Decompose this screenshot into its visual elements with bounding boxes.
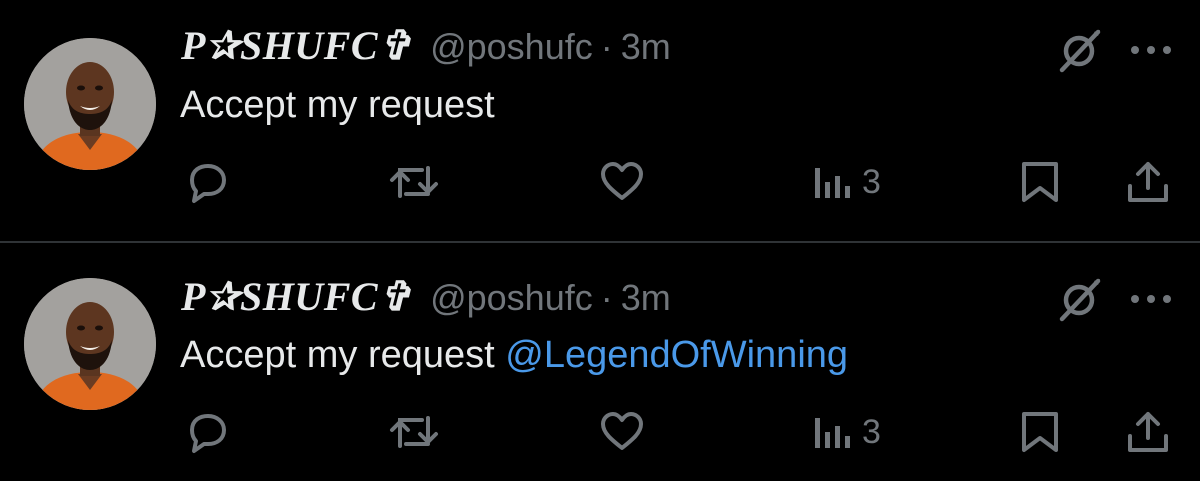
reply-icon (190, 414, 226, 453)
bookmark-icon (1022, 412, 1058, 452)
share-icon (1128, 162, 1168, 202)
views-icon (815, 168, 850, 198)
tweet[interactable]: P✰SHUFC✞ @poshufc · 3m Accept my request… (0, 243, 1200, 481)
views-count: 3 (862, 412, 881, 451)
reply-button[interactable] (184, 158, 232, 206)
bookmark-button[interactable] (1018, 158, 1062, 206)
views-count: 3 (862, 162, 881, 201)
mention-link[interactable]: @LegendOfWinning (505, 334, 848, 376)
tweet-text-body: Accept my request (180, 334, 506, 376)
repost-button[interactable] (388, 408, 440, 456)
more-button[interactable] (1126, 30, 1176, 70)
tweet[interactable]: P✰SHUFC✞ @poshufc · 3m Accept my request (0, 0, 1200, 240)
more-icon (1131, 46, 1171, 54)
grok-button[interactable] (1056, 275, 1104, 323)
repost-icon (390, 166, 438, 198)
views-button[interactable]: 3 (812, 158, 881, 206)
avatar[interactable] (24, 278, 156, 410)
like-button[interactable] (598, 158, 646, 206)
share-button[interactable] (1124, 408, 1172, 456)
tweet-header: P✰SHUFC✞ @poshufc · 3m (181, 22, 671, 72)
action-bar: 3 (0, 158, 1200, 208)
bookmark-icon (1022, 162, 1058, 202)
avatar[interactable] (24, 38, 156, 170)
action-bar: 3 (0, 408, 1200, 458)
user-handle[interactable]: @poshufc (430, 26, 593, 68)
timestamp[interactable]: 3m (621, 277, 671, 319)
display-name[interactable]: P✰SHUFC✞ (181, 273, 412, 320)
grok-button[interactable] (1056, 26, 1104, 74)
separator: · (600, 26, 613, 67)
grok-icon (1059, 29, 1101, 73)
more-icon (1131, 295, 1171, 303)
grok-icon (1059, 278, 1101, 322)
tweet-header: P✰SHUFC✞ @poshufc · 3m (181, 273, 671, 323)
heart-icon (601, 412, 643, 450)
share-icon (1128, 412, 1168, 452)
reply-button[interactable] (184, 408, 232, 456)
timestamp[interactable]: 3m (621, 26, 671, 68)
repost-button[interactable] (388, 158, 440, 206)
share-button[interactable] (1124, 158, 1172, 206)
tweet-text: Accept my request (180, 84, 495, 127)
display-name[interactable]: P✰SHUFC✞ (181, 22, 412, 69)
tweet-text: Accept my request @LegendOfWinning (180, 334, 848, 377)
more-button[interactable] (1126, 279, 1176, 319)
views-icon (815, 418, 850, 448)
user-handle[interactable]: @poshufc (430, 277, 593, 319)
views-button[interactable]: 3 (812, 408, 881, 456)
separator: · (600, 277, 613, 318)
reply-icon (190, 164, 226, 203)
heart-icon (601, 162, 643, 200)
bookmark-button[interactable] (1018, 408, 1062, 456)
repost-icon (390, 416, 438, 448)
tweet-text-body: Accept my request (180, 84, 495, 126)
like-button[interactable] (598, 408, 646, 456)
